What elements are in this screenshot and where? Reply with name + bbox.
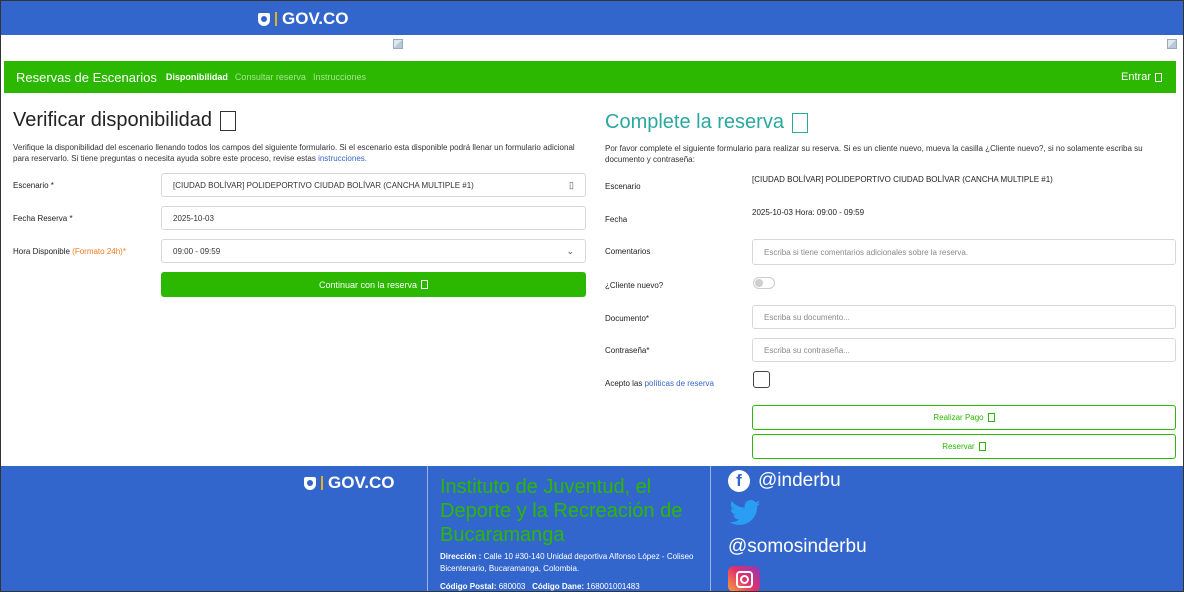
instructions-link[interactable]: instrucciones. [318, 154, 367, 163]
reserve-button[interactable]: Reservar [752, 434, 1176, 459]
calendar-icon [220, 110, 237, 131]
gov-logo-text: GOV.CO [282, 9, 349, 28]
credit-card-icon [987, 413, 995, 422]
new-client-toggle[interactable] [753, 277, 775, 289]
scenario-select[interactable]: [CIUDAD BOLÍVAR] POLIDEPORTIVO CIUDAD BO… [161, 173, 586, 197]
twitter-handle-link[interactable]: @somosinderbu [728, 536, 867, 558]
document-input[interactable]: Escriba su documento... [752, 305, 1176, 329]
reservation-scenario-value: [CIUDAD BOLÍVAR] POLIDEPORTIVO CIUDAD BO… [752, 175, 1053, 184]
login-icon [1155, 72, 1162, 82]
instagram-icon[interactable] [728, 566, 760, 591]
accept-policies-label: Acepto las políticas de reserva [605, 379, 714, 388]
footer-divider [427, 466, 428, 591]
gov-co-logo[interactable]: GOV.CO [258, 9, 348, 29]
comments-label: Comentarios [605, 247, 651, 256]
select-arrow-icon: ▯ [569, 179, 574, 190]
main-navbar: Reservas de Escenarios Disponibilidad Co… [4, 61, 1176, 93]
comments-textarea[interactable]: Escriba si tiene comentarios adicionales… [752, 239, 1176, 265]
facebook-link[interactable]: f @inderbu [728, 470, 841, 492]
reservation-date-value: 2025-10-03 Hora: 09:00 - 09:59 [752, 208, 865, 217]
facebook-icon: f [728, 470, 750, 492]
twitter-icon[interactable] [728, 500, 762, 533]
broken-image-icon [393, 39, 403, 49]
date-input[interactable]: 2025-10-03 [161, 206, 586, 230]
gov-shield-icon [258, 12, 270, 26]
hour-select[interactable]: 09:00 - 09:59 ⌄ [161, 239, 586, 263]
footer-address: Dirección : Calle 10 #30-140 Unidad depo… [440, 552, 694, 591]
reservation-scenario-label: Escenario [605, 182, 641, 191]
login-label: Entrar [1121, 71, 1151, 83]
gov-top-bar: GOV.CO [1, 1, 1183, 35]
date-label: Fecha Reserva * [13, 214, 73, 223]
make-payment-button[interactable]: Realizar Pago [752, 405, 1176, 430]
document-label: Documento* [605, 314, 650, 323]
chevron-down-icon: ⌄ [566, 245, 574, 256]
continue-reservation-button[interactable]: Continuar con la reserva [161, 272, 586, 297]
reservation-policies-link[interactable]: políticas de reserva [645, 379, 714, 388]
password-label: Contraseña* [605, 346, 650, 355]
reservation-date-label: Fecha [605, 215, 628, 224]
gov-shield-icon [304, 476, 316, 490]
hour-label: Hora Disponible (Formato 24h)* [13, 247, 126, 256]
scenario-label: Escenario * [13, 181, 54, 190]
login-button[interactable]: Entrar [1121, 71, 1162, 83]
institution-name: Instituto de Juventud, el Deporte y la R… [440, 476, 683, 546]
footer-gov-co-logo[interactable]: GOV.CO [304, 473, 394, 493]
nav-link-availability[interactable]: Disponibilidad [166, 72, 228, 82]
navbar-brand[interactable]: Reservas de Escenarios [16, 70, 157, 85]
new-client-label: ¿Cliente nuevo? [605, 281, 664, 290]
availability-title: Verificar disponibilidad [13, 109, 587, 132]
availability-description: Verifique la disponibilidad del escenari… [13, 143, 575, 163]
availability-panel: Verificar disponibilidad Verifique la di… [13, 109, 587, 164]
password-input[interactable]: Escriba su contraseña... [752, 338, 1176, 362]
reservation-title: Complete la reserva [605, 111, 808, 134]
nav-link-check-reservation[interactable]: Consultar reserva [235, 72, 306, 82]
reservation-description: Por favor complete el siguiente formular… [605, 144, 1143, 164]
check-icon [978, 442, 986, 451]
footer-divider [710, 466, 711, 591]
footer: GOV.CO Instituto de Juventud, el Deporte… [1, 466, 1183, 591]
nav-link-instructions[interactable]: Instrucciones [313, 72, 366, 82]
page: GOV.CO Reservas de Escenarios Disponibil… [0, 0, 1184, 592]
accept-policies-checkbox[interactable] [753, 371, 770, 388]
arrow-icon [421, 280, 429, 289]
broken-image-icon [1167, 39, 1177, 49]
edit-icon [791, 112, 808, 133]
